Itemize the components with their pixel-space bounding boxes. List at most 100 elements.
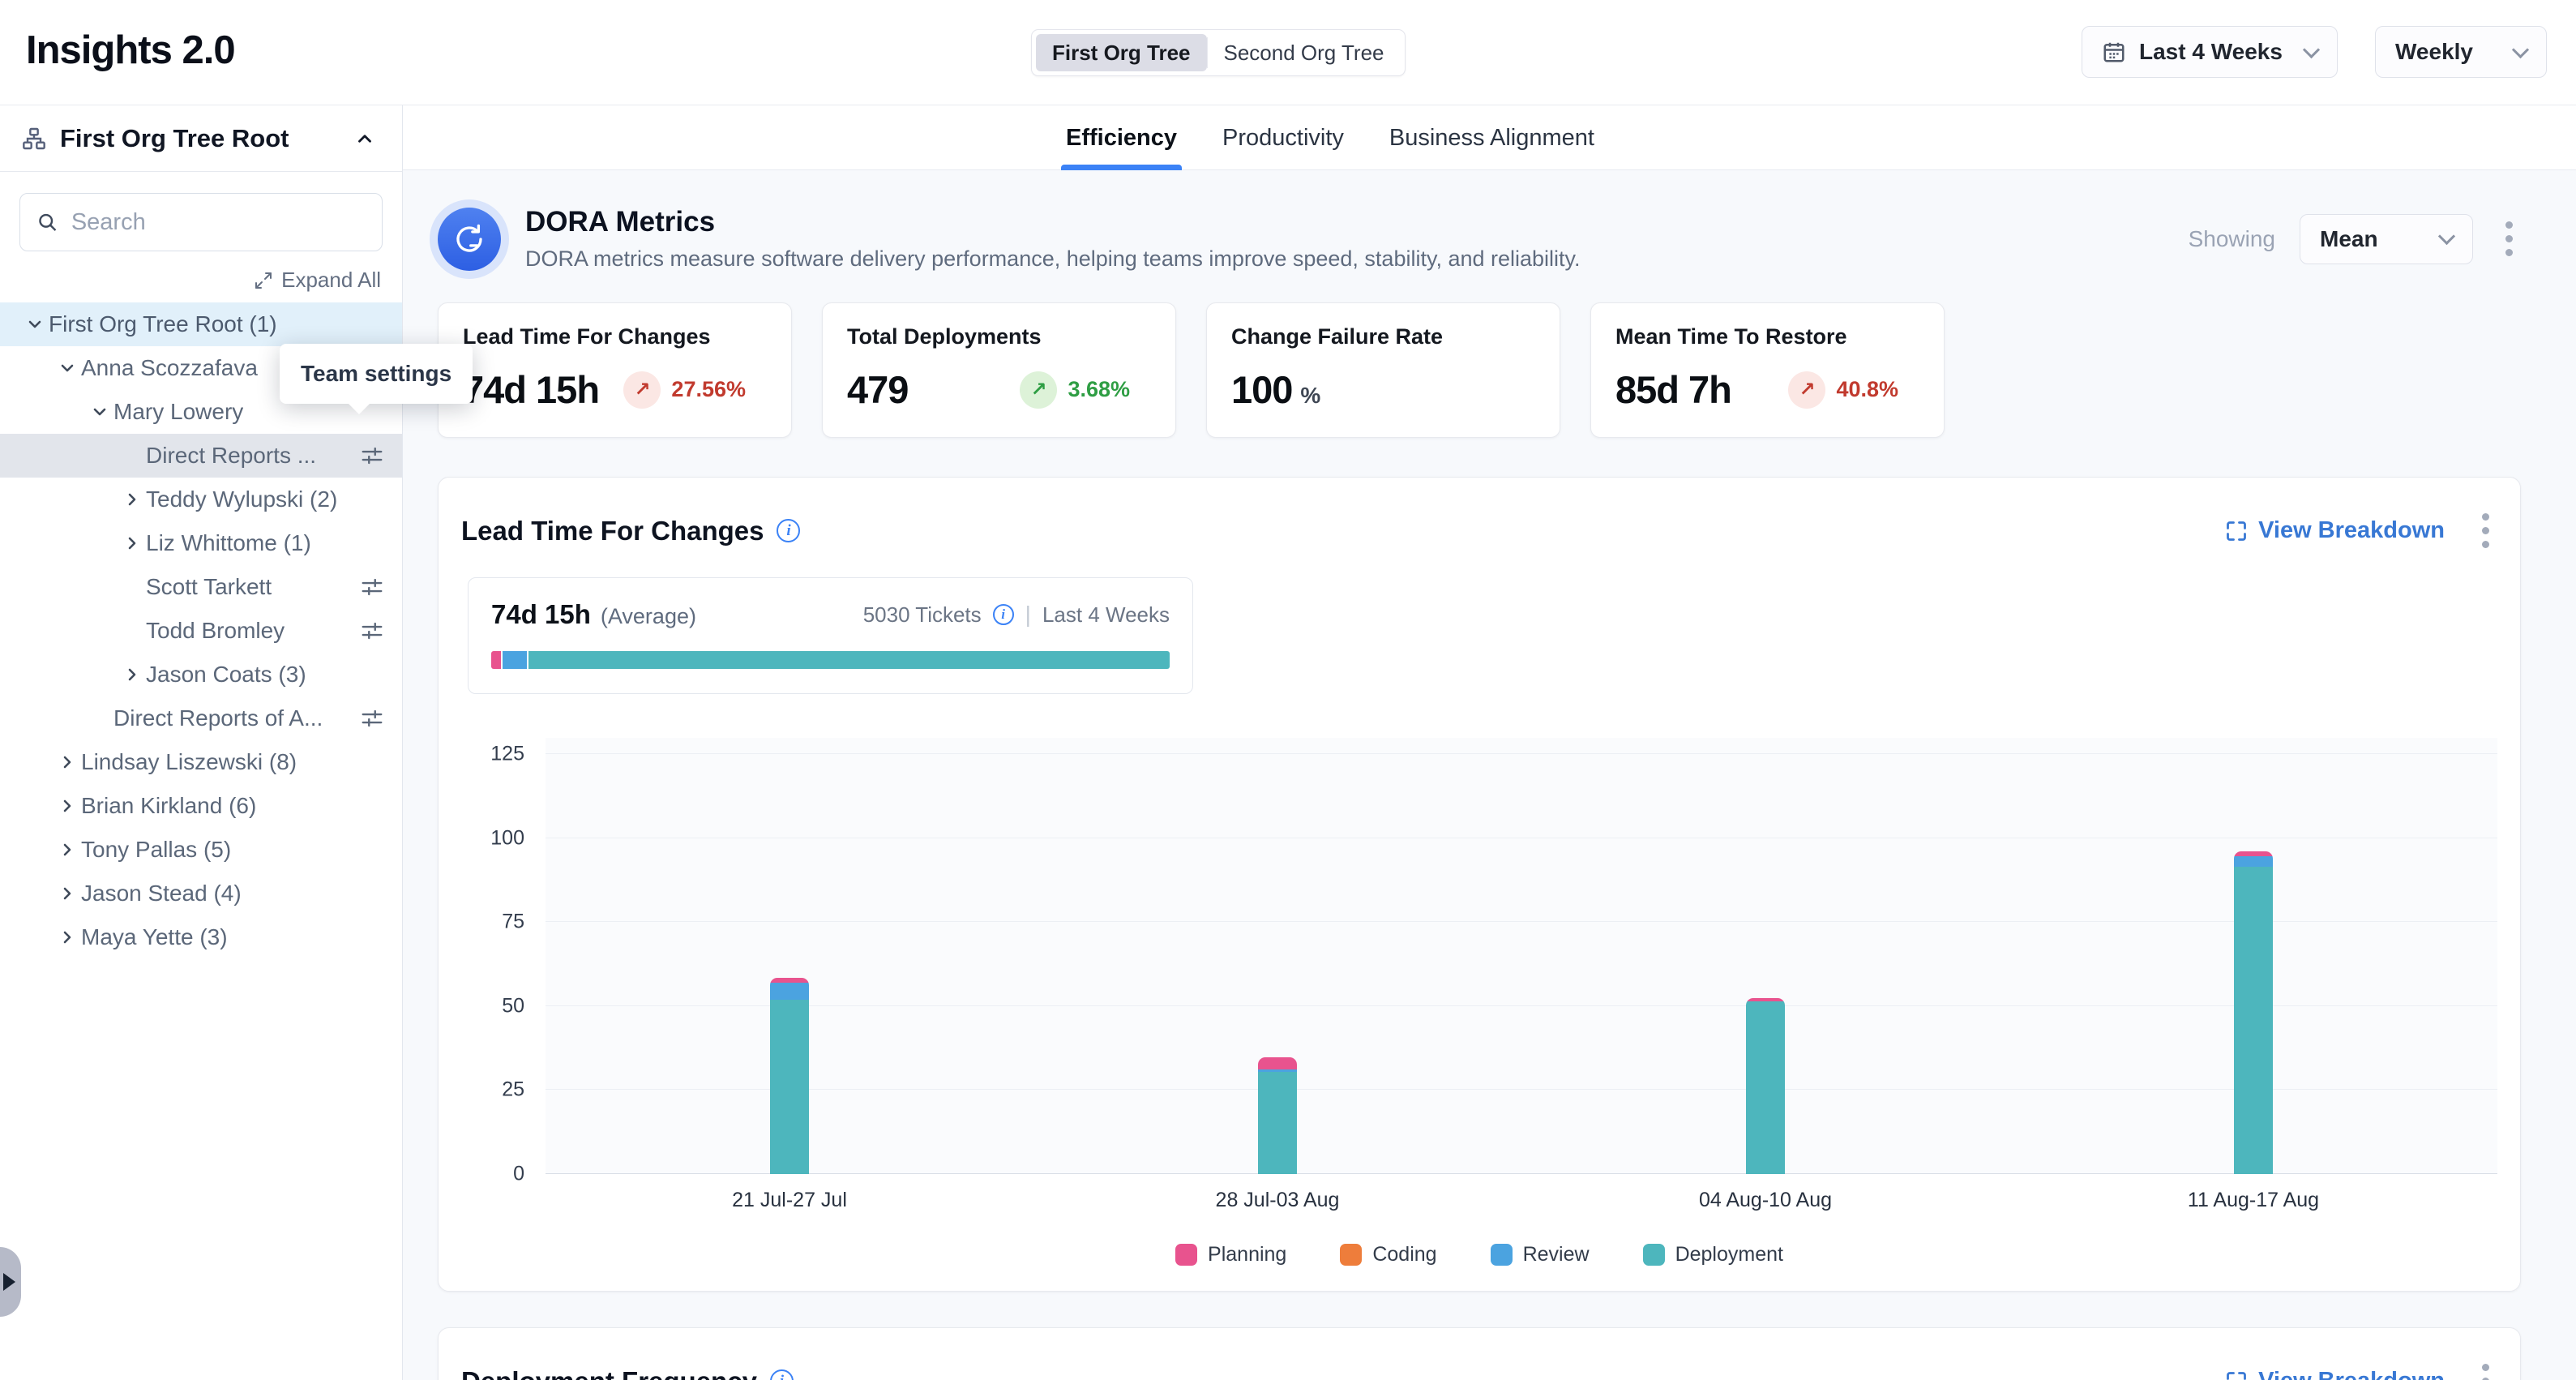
expand-all-button[interactable]: Expand All (21, 268, 381, 293)
tree-item-label: Jason Coats (3) (146, 662, 306, 688)
chevron-up-icon (354, 128, 375, 149)
chevron-down-icon[interactable] (21, 315, 49, 334)
summary-segment-review (501, 651, 527, 669)
chevron-down-icon (2303, 41, 2320, 58)
calendar-icon (2102, 40, 2126, 64)
team-settings-icon[interactable] (360, 444, 384, 468)
stacked-bar-21-jul-27-jul[interactable] (770, 978, 809, 1174)
chevron-right-icon[interactable] (53, 928, 81, 947)
tree-item-label: Anna Scozzafava (81, 355, 258, 381)
main-area: Efficiency Productivity Business Alignment… (403, 105, 2576, 1380)
tree-item-maya-yette-3[interactable]: Maya Yette (3) (0, 915, 402, 959)
trend-up-arrow-icon (1788, 371, 1825, 409)
chevron-down-icon[interactable] (53, 358, 81, 378)
summary-divider: | (1025, 602, 1031, 628)
chevron-right-icon[interactable] (53, 840, 81, 859)
tree-item-jason-stead-4[interactable]: Jason Stead (4) (0, 872, 402, 915)
bar-segment-deployment (1258, 1072, 1297, 1174)
summary-row: 74d 15h (Average) 5030 Tickets | Last 4 … (491, 599, 1170, 630)
chevron-right-icon[interactable] (118, 665, 146, 684)
search-icon (36, 210, 58, 234)
chevron-right-icon[interactable] (53, 884, 81, 903)
showing-select[interactable]: Mean (2300, 214, 2473, 264)
tree-item-label: Scott Tarkett (146, 574, 272, 600)
team-settings-icon[interactable] (360, 575, 384, 599)
legend-swatch (1491, 1244, 1513, 1266)
chevron-right-icon[interactable] (118, 490, 146, 509)
tree-item-teddy-wylupski-2[interactable]: Teddy Wylupski (2) (0, 478, 402, 521)
granularity-select[interactable]: Weekly (2375, 26, 2547, 78)
date-range-value: Last 4 Weeks (2139, 39, 2283, 65)
date-range-select[interactable]: Last 4 Weeks (2082, 26, 2338, 78)
team-settings-icon[interactable] (360, 619, 384, 643)
sidebar-title: First Org Tree Root (60, 124, 336, 153)
sidebar-expand-handle[interactable] (0, 1247, 21, 1317)
team-settings-tooltip: Team settings (280, 344, 473, 404)
tree-item-scott-tarkett[interactable]: Scott Tarkett (0, 565, 402, 609)
chart-x-axis: 21 Jul-27 Jul28 Jul-03 Aug04 Aug-10 Aug1… (546, 1189, 2497, 1212)
org-chart-icon (21, 126, 47, 152)
tree-item-tony-pallas-5[interactable]: Tony Pallas (5) (0, 828, 402, 872)
tree-item-jason-coats-3[interactable]: Jason Coats (3) (0, 653, 402, 696)
tree-item-label: Tony Pallas (5) (81, 837, 231, 863)
stacked-bar-11-aug-17-aug[interactable] (2234, 851, 2273, 1174)
tree-item-label: Direct Reports ... (146, 443, 316, 469)
dora-kebab-menu[interactable] (2497, 213, 2521, 264)
info-icon[interactable] (993, 604, 1014, 625)
y-tick-label: 100 (490, 826, 524, 850)
sidebar-header: First Org Tree Root (0, 105, 402, 172)
lead-time-kebab-menu[interactable] (2474, 505, 2497, 556)
chevron-right-icon[interactable] (118, 534, 146, 553)
expand-all-label: Expand All (281, 268, 381, 293)
tree-item-direct-reports-of-a[interactable]: Direct Reports of A... (0, 696, 402, 740)
info-icon[interactable] (770, 1369, 794, 1380)
sidebar-collapse-button[interactable] (349, 122, 381, 155)
tree-item-brian-kirkland-6[interactable]: Brian Kirkland (6) (0, 784, 402, 828)
org-toggle-first[interactable]: First Org Tree (1036, 34, 1207, 71)
org-toggle-second[interactable]: Second Org Tree (1208, 34, 1401, 71)
metric-value-row: 85d 7h40.8% (1615, 367, 1919, 412)
tab-productivity[interactable]: Productivity (1222, 105, 1344, 170)
stacked-bar-28-jul-03-aug[interactable] (1258, 1057, 1297, 1174)
legend-swatch (1175, 1244, 1197, 1266)
bar-segment-deployment (770, 1000, 809, 1174)
tree-item-first-org-tree-root-1[interactable]: First Org Tree Root (1) (0, 302, 402, 346)
metric-title: Mean Time To Restore (1615, 324, 1919, 349)
metric-value-row: 74d 15h27.56% (463, 367, 767, 412)
summary-right: 5030 Tickets | Last 4 Weeks (863, 602, 1170, 628)
metric-title: Lead Time For Changes (463, 324, 767, 349)
bar-slot-1 (546, 738, 1033, 1174)
metric-value: 100% (1231, 367, 1320, 412)
bar-segment-review (2234, 856, 2273, 866)
tree-item-liz-whittome-1[interactable]: Liz Whittome (1) (0, 521, 402, 565)
tree-item-direct-reports[interactable]: Direct Reports ... (0, 434, 402, 478)
legend-swatch (1340, 1244, 1362, 1266)
chevron-down-icon[interactable] (86, 402, 113, 422)
view-breakdown-label: View Breakdown (2258, 1368, 2445, 1380)
info-icon[interactable] (777, 519, 800, 542)
deployment-frequency-kebab-menu[interactable] (2474, 1356, 2497, 1380)
tree-item-lindsay-liszewski-8[interactable]: Lindsay Liszewski (8) (0, 740, 402, 784)
stacked-bar-04-aug-10-aug[interactable] (1746, 998, 1785, 1174)
y-tick-label: 0 (513, 1163, 524, 1186)
search-input[interactable] (71, 209, 366, 236)
team-settings-icon[interactable] (360, 706, 384, 731)
tab-business-alignment[interactable]: Business Alignment (1389, 105, 1594, 170)
view-breakdown-link[interactable]: View Breakdown (2225, 517, 2445, 544)
tree-item-todd-bromley[interactable]: Todd Bromley (0, 609, 402, 653)
summary-qualifier: (Average) (601, 604, 696, 629)
org-tree-sidebar: First Org Tree Root Expand All First Org… (0, 105, 403, 1380)
metric-value-row: 100% (1231, 367, 1535, 412)
legend-item-coding: Coding (1340, 1243, 1436, 1266)
trend-delta: 3.68% (1068, 377, 1130, 402)
showing-label: Showing (2189, 226, 2275, 252)
deployment-frequency-panel: Deployment Frequency View Breakdown (438, 1327, 2521, 1380)
tab-efficiency[interactable]: Efficiency (1066, 105, 1177, 170)
lead-time-header: Lead Time For Changes View Breakdown (461, 505, 2497, 556)
chevron-right-icon[interactable] (53, 796, 81, 816)
bar-segment-planning (1258, 1057, 1297, 1069)
metric-card-mean-time-to-restore: Mean Time To Restore 85d 7h40.8% (1590, 302, 1945, 438)
y-tick-label: 25 (502, 1078, 524, 1102)
chevron-right-icon[interactable] (53, 752, 81, 772)
view-breakdown-link[interactable]: View Breakdown (2225, 1368, 2445, 1380)
